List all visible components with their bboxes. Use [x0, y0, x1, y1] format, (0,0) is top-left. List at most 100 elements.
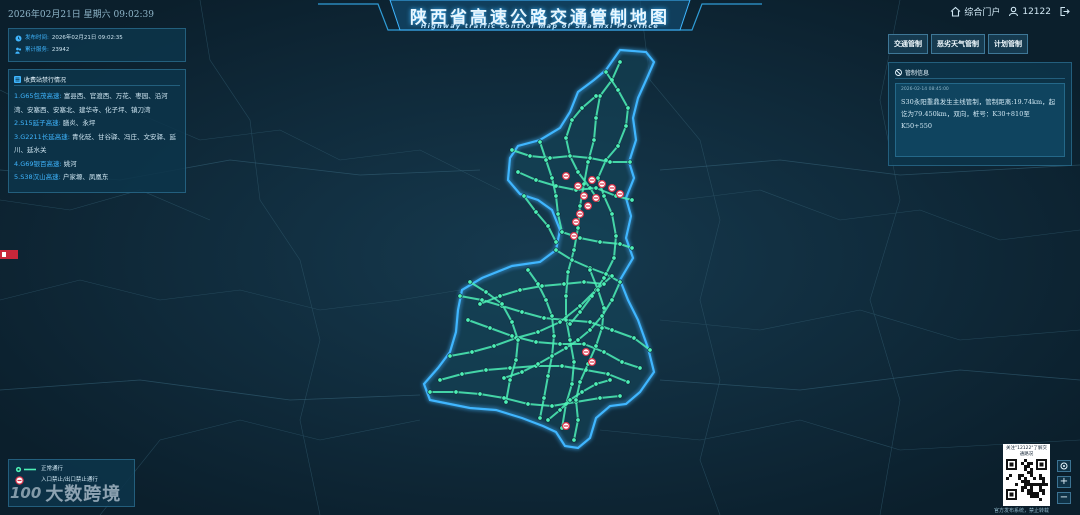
toll-station-node[interactable]: [603, 271, 609, 277]
toll-station-node[interactable]: [467, 279, 473, 285]
toll-station-node[interactable]: [571, 359, 577, 365]
closure-marker[interactable]: [561, 171, 571, 181]
toll-station-node[interactable]: [569, 257, 575, 263]
toll-station-node[interactable]: [469, 349, 475, 355]
toll-station-node[interactable]: [575, 169, 581, 175]
toll-station-node[interactable]: [557, 341, 563, 347]
toll-station-node[interactable]: [553, 193, 559, 199]
toll-station-node[interactable]: [571, 247, 577, 253]
toll-station-node[interactable]: [615, 143, 621, 149]
toll-station-node[interactable]: [533, 209, 539, 215]
control-info-card[interactable]: 2026-02-14 08:45:00 S30永阳重鼎发生主线管制，管制距离:1…: [895, 83, 1065, 157]
qr-code-panel[interactable]: 关注"12122"了解交通路况: [1003, 444, 1050, 506]
toll-station-node[interactable]: [609, 273, 615, 279]
toll-station-node[interactable]: [601, 349, 607, 355]
toll-station-node[interactable]: [549, 175, 555, 181]
toll-station-node[interactable]: [587, 319, 593, 325]
toll-station-node[interactable]: [577, 309, 583, 315]
toll-station-node[interactable]: [623, 123, 629, 129]
closure-marker[interactable]: [569, 231, 579, 241]
toll-station-node[interactable]: [555, 211, 561, 217]
toll-station-node[interactable]: [617, 59, 623, 65]
toll-station-node[interactable]: [591, 137, 597, 143]
toll-station-node[interactable]: [575, 225, 581, 231]
toll-station-node[interactable]: [617, 279, 623, 285]
toll-station-node[interactable]: [599, 313, 605, 319]
toll-station-node[interactable]: [477, 301, 483, 307]
toll-station-node[interactable]: [625, 105, 631, 111]
toll-station-node[interactable]: [521, 193, 527, 199]
planned-control-button[interactable]: 计划管制: [988, 34, 1028, 54]
toll-station-node[interactable]: [575, 337, 581, 343]
toll-station-node[interactable]: [595, 175, 601, 181]
toll-station-node[interactable]: [557, 319, 563, 325]
toll-station-node[interactable]: [549, 353, 555, 359]
toll-station-node[interactable]: [563, 293, 569, 299]
toll-station-node[interactable]: [533, 339, 539, 345]
toll-station-node[interactable]: [603, 69, 609, 75]
closure-marker[interactable]: [573, 181, 583, 191]
toll-station-node[interactable]: [527, 153, 533, 159]
toll-station-node[interactable]: [447, 353, 453, 359]
toll-station-node[interactable]: [597, 239, 603, 245]
toll-station-node[interactable]: [561, 281, 567, 287]
toll-station-node[interactable]: [545, 417, 551, 423]
closure-marker[interactable]: [583, 201, 593, 211]
toll-station-node[interactable]: [453, 389, 459, 395]
closure-marker[interactable]: [575, 209, 585, 219]
toll-station-node[interactable]: [509, 319, 515, 325]
closure-marker[interactable]: [587, 175, 597, 185]
toll-station-node[interactable]: [549, 313, 555, 319]
toll-station-node[interactable]: [551, 333, 557, 339]
toll-station-node[interactable]: [577, 203, 583, 209]
toll-station-node[interactable]: [543, 297, 549, 303]
toll-station-node[interactable]: [503, 399, 509, 405]
toll-station-node[interactable]: [595, 287, 601, 293]
closure-marker[interactable]: [579, 191, 589, 201]
toll-station-node[interactable]: [457, 293, 463, 299]
toll-station-node[interactable]: [501, 375, 507, 381]
toll-station-node[interactable]: [541, 395, 547, 401]
toll-station-node[interactable]: [631, 335, 637, 341]
toll-station-node[interactable]: [553, 247, 559, 253]
toll-station-node[interactable]: [573, 397, 579, 403]
user-account[interactable]: 12122: [1008, 6, 1051, 17]
toll-station-node[interactable]: [619, 359, 625, 365]
toll-station-node[interactable]: [499, 301, 505, 307]
toll-station-node[interactable]: [579, 105, 585, 111]
toll-station-node[interactable]: [601, 193, 607, 199]
toll-station-node[interactable]: [507, 365, 513, 371]
toll-station-node[interactable]: [509, 147, 515, 153]
toll-station-node[interactable]: [437, 377, 443, 383]
toll-station-node[interactable]: [587, 327, 593, 333]
toll-station-node[interactable]: [587, 155, 593, 161]
toll-station-node[interactable]: [609, 297, 615, 303]
toll-station-node[interactable]: [577, 235, 583, 241]
toll-station-node[interactable]: [577, 379, 583, 385]
toll-station-node[interactable]: [581, 279, 587, 285]
toll-station-node[interactable]: [507, 377, 513, 383]
toll-station-node[interactable]: [577, 303, 583, 309]
toll-station-node[interactable]: [565, 269, 571, 275]
toll-station-node[interactable]: [567, 397, 573, 403]
closure-marker[interactable]: [615, 189, 625, 199]
closure-marker[interactable]: [561, 421, 571, 431]
closure-marker[interactable]: [587, 357, 597, 367]
closure-marker[interactable]: [581, 347, 591, 357]
toll-station-node[interactable]: [567, 337, 573, 343]
toll-station-node[interactable]: [563, 135, 569, 141]
toll-station-node[interactable]: [545, 223, 551, 229]
locate-button[interactable]: [1057, 460, 1071, 472]
toll-station-node[interactable]: [627, 159, 633, 165]
toll-station-node[interactable]: [629, 197, 635, 203]
toll-station-node[interactable]: [575, 417, 581, 423]
toll-station-node[interactable]: [537, 139, 543, 145]
toll-station-node[interactable]: [593, 185, 599, 191]
toll-station-node[interactable]: [569, 117, 575, 123]
toll-station-node[interactable]: [593, 115, 599, 121]
closure-marker[interactable]: [591, 193, 601, 203]
toll-station-node[interactable]: [483, 367, 489, 373]
toll-station-node[interactable]: [605, 371, 611, 377]
toll-station-node[interactable]: [559, 229, 565, 235]
toll-station-node[interactable]: [557, 407, 563, 413]
